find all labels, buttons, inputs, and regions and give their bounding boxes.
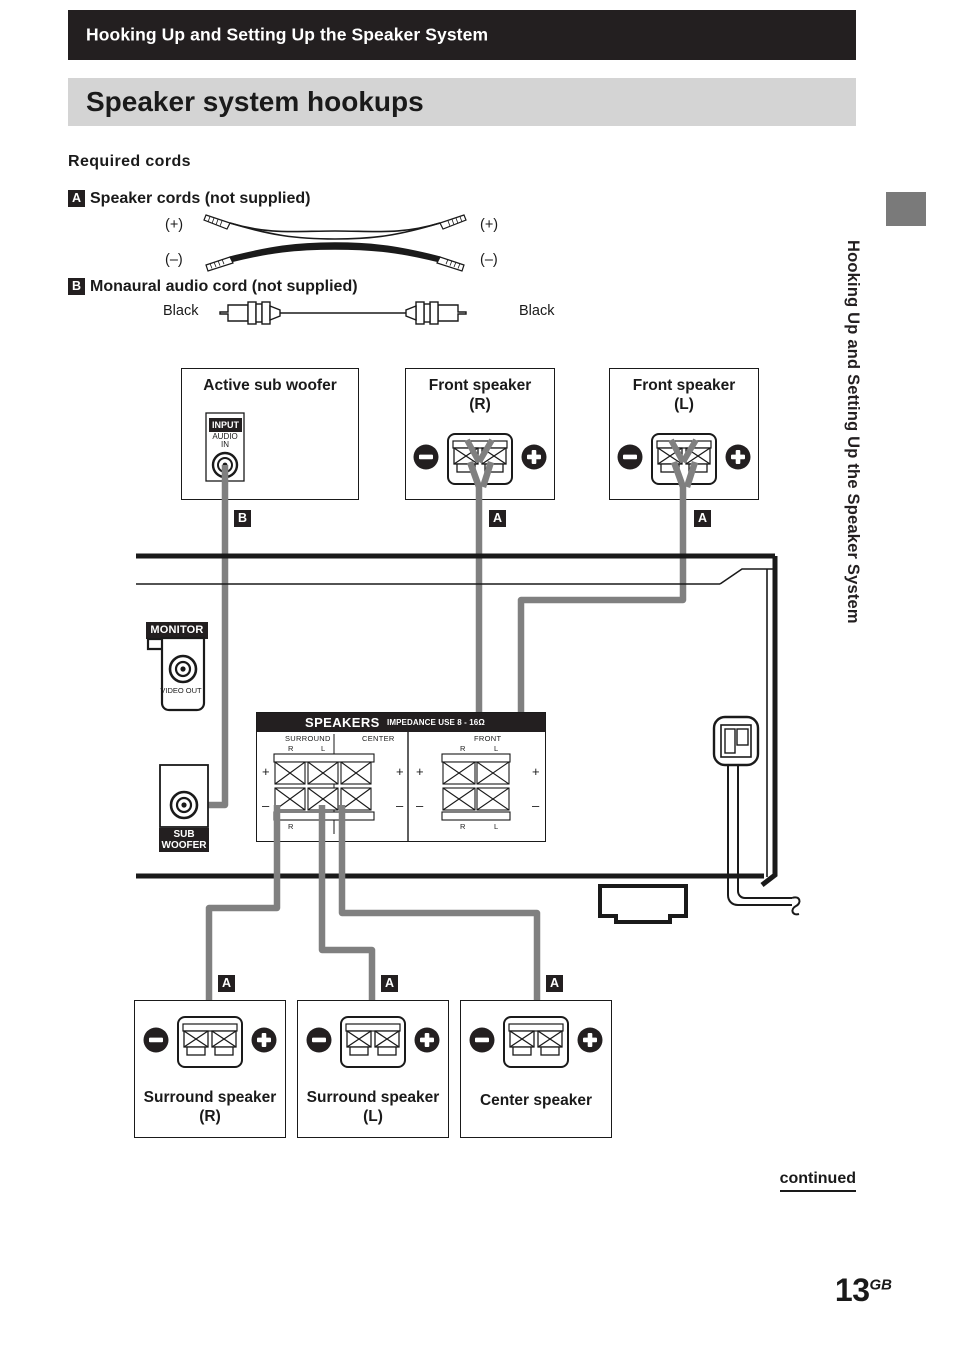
cable-y-splits [189, 438, 699, 1045]
cable-tag-a-surround-right: A [218, 975, 235, 992]
center-terminal [469, 1016, 603, 1068]
surround-left-terminal [306, 1016, 440, 1068]
surround-right-title: Surround speaker (R) [143, 1089, 277, 1126]
center-title: Center speaker [479, 1092, 592, 1110]
surround-right-terminal [143, 1016, 277, 1068]
continued-label: continued [779, 1170, 856, 1192]
page-number: 13GB [834, 1272, 892, 1308]
cable-tag-a-center: A [546, 975, 563, 992]
surround-left-title: Surround speaker (L) [306, 1089, 440, 1126]
cable-tag-a-surround-left: A [381, 975, 398, 992]
